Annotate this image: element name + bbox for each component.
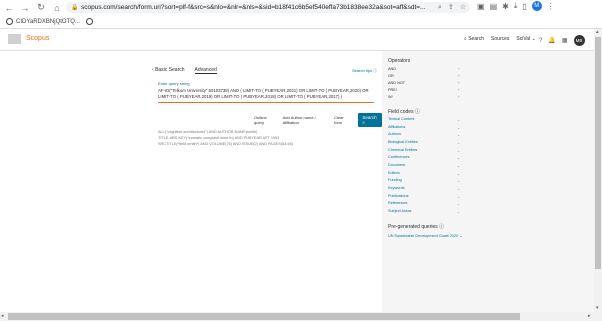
sidebar: Operators AND + OR + AND NOT + PRE/+ W/+ Fi… [382, 51, 594, 312]
vertical-scroll-thumb[interactable] [595, 37, 601, 269]
sidebar-icon[interactable]: ▯ [522, 2, 526, 11]
field-code-item[interactable]: Funding ⌄ [388, 178, 460, 183]
profile-avatar[interactable]: M [531, 1, 542, 11]
back-icon[interactable]: ← [2, 1, 16, 15]
vertical-scrollbar[interactable]: ▴ ▾ [594, 29, 602, 312]
pregen-query-link[interactable]: UN Sustainable Development Goals 2020 ⌄ [388, 233, 463, 238]
search-link[interactable]: ⌕ Search [464, 36, 484, 42]
field-code-item[interactable]: Publications ⌄ [388, 194, 460, 199]
bookmark-item[interactable] [85, 18, 93, 25]
lock-icon: 🔒 [71, 5, 79, 11]
pregen-title: Pre-generated queries ⓘ [388, 224, 445, 230]
bookmarks-bar: CIDYaRDXBNjQtOTQ... [0, 15, 602, 29]
page-content: Scopus ⌕ Search Sources SciVal ⌄ ? 🔔 ▦ M… [0, 29, 594, 312]
horizontal-scroll-thumb[interactable] [8, 313, 520, 320]
field-code-item[interactable]: Biological Entities ⌄ [388, 140, 460, 145]
home-icon[interactable]: ⌂ [50, 1, 64, 15]
globe-icon [85, 18, 93, 25]
scroll-left-icon[interactable]: ◂ [1, 313, 4, 319]
horizontal-scrollbar[interactable]: ◂ ▸ [0, 312, 602, 321]
sources-link[interactable]: Sources [491, 36, 509, 42]
search-form: ‹ Basic Search Advanced Search tips ⓘ En… [0, 51, 382, 312]
field-codes-title: Field codes ⓘ [388, 109, 420, 115]
tab-advanced[interactable]: Advanced [194, 67, 217, 74]
forward-icon[interactable]: → [18, 1, 32, 15]
search-button[interactable]: Search ⌕ [358, 113, 382, 127]
institution-icon[interactable]: ▦ [562, 37, 568, 44]
menu-icon[interactable]: ⋮ [547, 2, 555, 11]
query-label: Enter query string [158, 81, 190, 86]
field-code-item[interactable]: Textual Content ⌄ [388, 117, 460, 122]
query-underline [158, 102, 374, 103]
search-icon[interactable]: ⌕ [438, 2, 442, 13]
help-icon[interactable]: ? [539, 38, 542, 44]
star-icon[interactable]: ☆ [460, 2, 466, 13]
site-header: Scopus ⌕ Search Sources SciVal ⌄ ? 🔔 ▦ M… [0, 29, 594, 51]
address-bar[interactable]: 🔒 scopus.com/search/form.uri?sort=plf-f&… [66, 2, 470, 13]
operator-item[interactable]: OR + [388, 74, 460, 78]
field-code-item[interactable]: Authors ⌄ [388, 132, 460, 137]
user-avatar[interactable]: MB [573, 35, 585, 46]
field-code-item[interactable]: Document ⌄ [388, 163, 460, 168]
elsevier-logo[interactable] [8, 34, 21, 44]
field-code-item[interactable]: References ⌄ [388, 201, 460, 206]
field-code-item[interactable]: Chemical Entities ⌄ [388, 148, 460, 153]
bookmark-label: CIDYaRDXBNjQtOTQ... [16, 18, 80, 25]
scroll-up-icon[interactable]: ▴ [596, 29, 599, 35]
field-code-item[interactable]: Editors ⌄ [388, 171, 460, 176]
field-code-item[interactable]: Keywords ⌄ [388, 186, 460, 191]
extension-icon[interactable]: ▣ [477, 2, 485, 11]
clear-form-button[interactable]: Clear form [334, 115, 350, 125]
bookmark-item[interactable]: CIDYaRDXBNjQtOTQ... [6, 18, 80, 25]
field-code-item[interactable]: Affiliations ⌄ [388, 125, 460, 130]
scroll-down-icon[interactable]: ▾ [596, 305, 599, 311]
download-icon[interactable]: ⤓ [514, 1, 518, 11]
bell-icon[interactable]: 🔔 [548, 37, 555, 44]
scopus-logo[interactable]: Scopus [26, 35, 49, 42]
add-author-button[interactable]: Add Author name / Affiliation [283, 115, 327, 125]
reload-icon[interactable]: ↻ [34, 1, 48, 15]
field-code-item[interactable]: Subject Areas ⌄ [388, 209, 460, 214]
field-code-item[interactable]: Conferences ⌄ [388, 155, 460, 160]
globe-icon [6, 18, 13, 25]
share-icon[interactable]: ⇪ [448, 2, 454, 13]
outline-query-button[interactable]: Outline query [254, 115, 275, 125]
extension-icon[interactable]: ▤ [490, 2, 498, 11]
puzzle-icon[interactable]: ✱ [502, 2, 509, 11]
scival-link[interactable]: SciVal ⌄ [516, 36, 535, 42]
operator-item[interactable]: W/+ [388, 95, 460, 99]
operator-item[interactable]: AND NOT + [388, 81, 460, 85]
query-examples: ALL("cognitive architectures") AND AUTHO… [158, 129, 293, 147]
query-input[interactable]: AF-ID("Telkom University" 60103738) AND … [158, 88, 374, 99]
url-text: scopus.com/search/form.uri?sort=plf-f&sr… [81, 4, 426, 11]
scroll-right-icon[interactable]: ▸ [588, 313, 591, 319]
operator-item[interactable]: PRE/+ [388, 88, 460, 92]
example-line: SRCTITLE(*field ornith*) AND VOLUME(75) … [158, 142, 293, 146]
operator-item[interactable]: AND + [388, 67, 460, 71]
search-tips-link[interactable]: Search tips ⓘ [352, 68, 377, 74]
browser-toolbar: ← → ↻ ⌂ 🔒 scopus.com/search/form.uri?sor… [0, 0, 602, 15]
tab-basic-search[interactable]: ‹ Basic Search [152, 67, 185, 74]
operators-title: Operators [388, 58, 411, 64]
